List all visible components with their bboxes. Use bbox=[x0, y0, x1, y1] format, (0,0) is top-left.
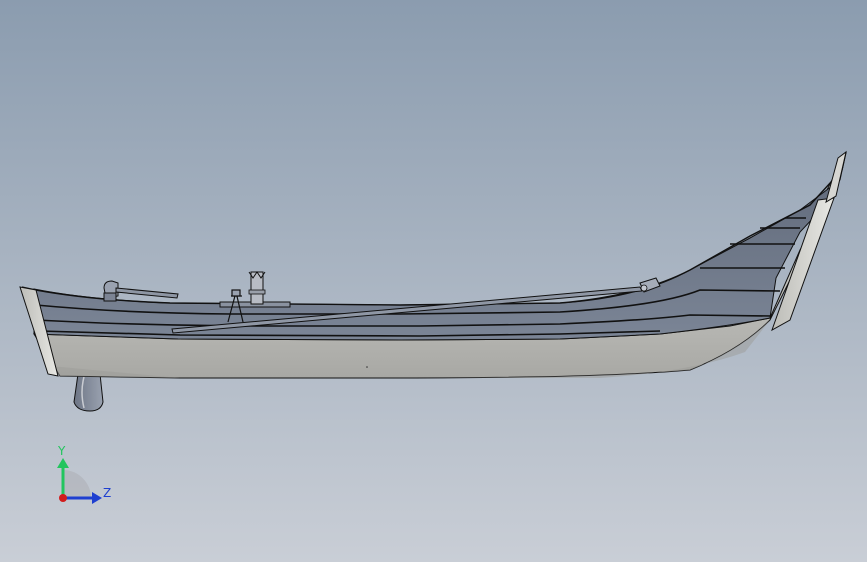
rudder[interactable] bbox=[73, 373, 104, 412]
model-canvas[interactable]: Y Z bbox=[0, 0, 867, 562]
y-axis-label: Y bbox=[57, 444, 66, 458]
x-axis-dot bbox=[59, 494, 67, 502]
hull-mark bbox=[366, 366, 368, 368]
graphics-viewport[interactable]: Y Z bbox=[0, 0, 867, 562]
z-axis-label: Z bbox=[103, 486, 111, 500]
oarlock-stand[interactable] bbox=[248, 271, 266, 305]
